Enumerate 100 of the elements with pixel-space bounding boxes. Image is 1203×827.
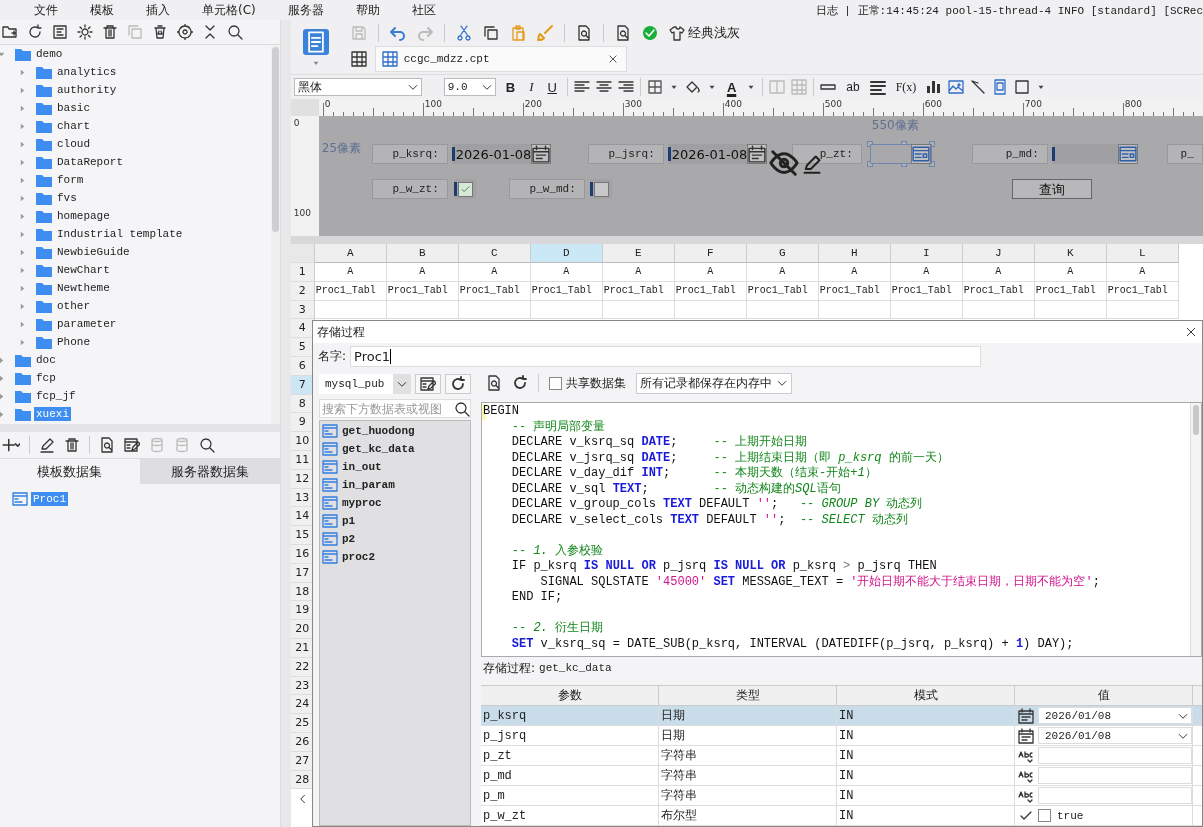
column-header[interactable]: 参数 bbox=[481, 686, 659, 705]
tree-item[interactable]: homepage bbox=[55, 209, 112, 223]
column-header[interactable]: B bbox=[386, 244, 459, 263]
procedure-item[interactable]: p1 bbox=[342, 515, 356, 527]
column-header[interactable]: 模式 bbox=[837, 686, 1015, 705]
italic-button[interactable]: I bbox=[525, 79, 538, 95]
table-row[interactable]: p_ksrq 日期 IN 2026/01/08 bbox=[481, 706, 1202, 726]
column-header[interactable]: 值 bbox=[1015, 686, 1193, 705]
table-row[interactable]: p_m 字符串 IN bbox=[481, 786, 1202, 806]
table-row[interactable]: p_md 字符串 IN bbox=[481, 766, 1202, 786]
menu-item[interactable]: 文件 bbox=[18, 1, 74, 19]
procedure-item[interactable]: myproc bbox=[342, 497, 382, 509]
menu-item[interactable]: 社区 bbox=[395, 1, 452, 19]
tree-item[interactable]: NewbieGuide bbox=[55, 245, 132, 259]
date-field[interactable]: 2026-01-08 bbox=[667, 144, 767, 164]
field-label: p_ksrq: bbox=[371, 144, 448, 164]
column-header[interactable]: H bbox=[818, 244, 891, 263]
procedure-item[interactable]: in_out bbox=[342, 461, 382, 473]
tree-item[interactable]: fcp bbox=[34, 371, 58, 385]
margin-note: 25像素 bbox=[321, 140, 362, 157]
text-button[interactable]: ab bbox=[842, 80, 864, 94]
date-field[interactable]: 2026/01/08 bbox=[1038, 727, 1192, 744]
procedure-item[interactable]: p2 bbox=[342, 533, 356, 545]
menu-item[interactable]: 帮助 bbox=[339, 1, 396, 19]
file-tab[interactable]: ccgc_mdzz.cpt bbox=[374, 46, 627, 72]
ruler-label: 500 bbox=[824, 99, 842, 109]
table-cell: Proc1_Tabl bbox=[890, 281, 963, 301]
table-cell: A bbox=[674, 263, 747, 282]
column-header[interactable]: I bbox=[890, 244, 963, 263]
table-cell: Proc1_Tabl bbox=[746, 281, 819, 301]
font-color-button[interactable]: A bbox=[722, 79, 741, 95]
bold-button[interactable]: B bbox=[501, 79, 520, 95]
tree-item[interactable]: analytics bbox=[55, 65, 119, 79]
procedure-name: get_kc_data bbox=[539, 662, 612, 674]
procedure-item[interactable]: get_kc_data bbox=[342, 443, 415, 455]
tree-item[interactable]: form bbox=[55, 173, 86, 187]
menu-item[interactable]: 模板 bbox=[74, 1, 130, 19]
name-field[interactable]: Proc1 bbox=[350, 345, 982, 367]
tree-item[interactable]: parameter bbox=[55, 317, 119, 331]
size-select[interactable]: 9.0 bbox=[443, 78, 496, 96]
column-header[interactable]: L bbox=[1106, 244, 1179, 263]
table-cell: IN bbox=[839, 708, 854, 723]
code-line: DECLARE v_group_cols TEXT DEFAULT ''; -- GROUP BY 动态列 bbox=[510, 497, 923, 513]
ruler-label: 0 bbox=[324, 99, 331, 109]
column-header[interactable]: K bbox=[1034, 244, 1107, 263]
procedure-item[interactable]: proc2 bbox=[342, 551, 375, 563]
query-button[interactable]: 查询 bbox=[1011, 179, 1092, 199]
underline-button[interactable]: U bbox=[543, 79, 561, 95]
table-cell: p_zt bbox=[483, 748, 512, 763]
table-row[interactable]: p_jsrq 日期 IN 2026/01/08 bbox=[481, 726, 1202, 746]
tree-item[interactable]: authority bbox=[55, 83, 119, 97]
tree-item[interactable]: chart bbox=[55, 119, 92, 133]
table-cell: A bbox=[602, 263, 675, 282]
table-cell: A bbox=[818, 263, 891, 282]
field-label: p_ bbox=[1166, 144, 1203, 164]
tree-item[interactable]: doc bbox=[34, 353, 58, 367]
table-cell: Proc1_Tabl bbox=[458, 281, 531, 301]
column-header[interactable]: C bbox=[458, 244, 531, 263]
dataset-tab[interactable]: 服务器数据集 bbox=[139, 459, 280, 484]
column-header[interactable]: D bbox=[530, 244, 603, 263]
column-header[interactable]: E bbox=[602, 244, 675, 263]
tree-item[interactable]: fvs bbox=[55, 191, 79, 205]
menu-item[interactable]: 单元格(C) bbox=[186, 1, 272, 19]
code-line: END IF; bbox=[510, 590, 563, 606]
storage-select[interactable]: 所有记录都保存在内存中 bbox=[636, 372, 792, 394]
tree-item[interactable]: DataReport bbox=[55, 155, 125, 169]
connection-select[interactable]: mysql_pub bbox=[319, 374, 411, 394]
tree-item[interactable]: Newtheme bbox=[55, 281, 112, 295]
date-field[interactable]: 2026/01/08 bbox=[1038, 707, 1192, 724]
column-header[interactable]: F bbox=[674, 244, 747, 263]
row-header[interactable]: 1 bbox=[290, 263, 315, 282]
formula-button[interactable]: F(x) bbox=[891, 79, 921, 95]
table-cell: A bbox=[1034, 263, 1107, 282]
tree-item[interactable]: cloud bbox=[55, 137, 92, 151]
procedure-item[interactable]: get_huodong bbox=[342, 425, 415, 437]
column-header[interactable]: 类型 bbox=[659, 686, 837, 705]
procedure-item[interactable]: in_param bbox=[342, 479, 395, 491]
tree-item[interactable]: Phone bbox=[55, 335, 92, 349]
font-select[interactable]: 黑体 bbox=[293, 78, 422, 96]
tree-item[interactable]: NewChart bbox=[55, 263, 112, 277]
search-field[interactable]: 搜索下方数据表或视图 bbox=[319, 399, 471, 418]
tree-item[interactable]: Industrial template bbox=[55, 227, 185, 241]
table-cell: Proc1_Tabl bbox=[530, 281, 603, 301]
theme-button[interactable]: 经典浅灰 bbox=[668, 24, 740, 42]
table-row[interactable]: p_zt 字符串 IN bbox=[481, 746, 1202, 766]
tree-item[interactable]: other bbox=[55, 299, 92, 313]
table-cell: IN bbox=[839, 748, 854, 763]
column-header[interactable]: J bbox=[962, 244, 1035, 263]
menu-item[interactable]: 插入 bbox=[130, 1, 186, 19]
tree-item[interactable]: basic bbox=[55, 101, 92, 115]
column-header[interactable]: G bbox=[746, 244, 819, 263]
tree-item[interactable]: fcp_jf bbox=[34, 389, 78, 403]
procedure-label: 存储过程: bbox=[483, 659, 536, 677]
table-cell: A bbox=[1106, 263, 1179, 282]
table-row[interactable]: p_w_zt 布尔型 IN true bbox=[481, 806, 1202, 826]
tree-item[interactable]: demo bbox=[34, 47, 65, 61]
date-field[interactable]: 2026-01-08 bbox=[451, 144, 550, 164]
column-header[interactable]: A bbox=[314, 244, 387, 263]
menu-item[interactable]: 服务器 bbox=[271, 1, 340, 19]
table-cell: A bbox=[962, 263, 1035, 282]
